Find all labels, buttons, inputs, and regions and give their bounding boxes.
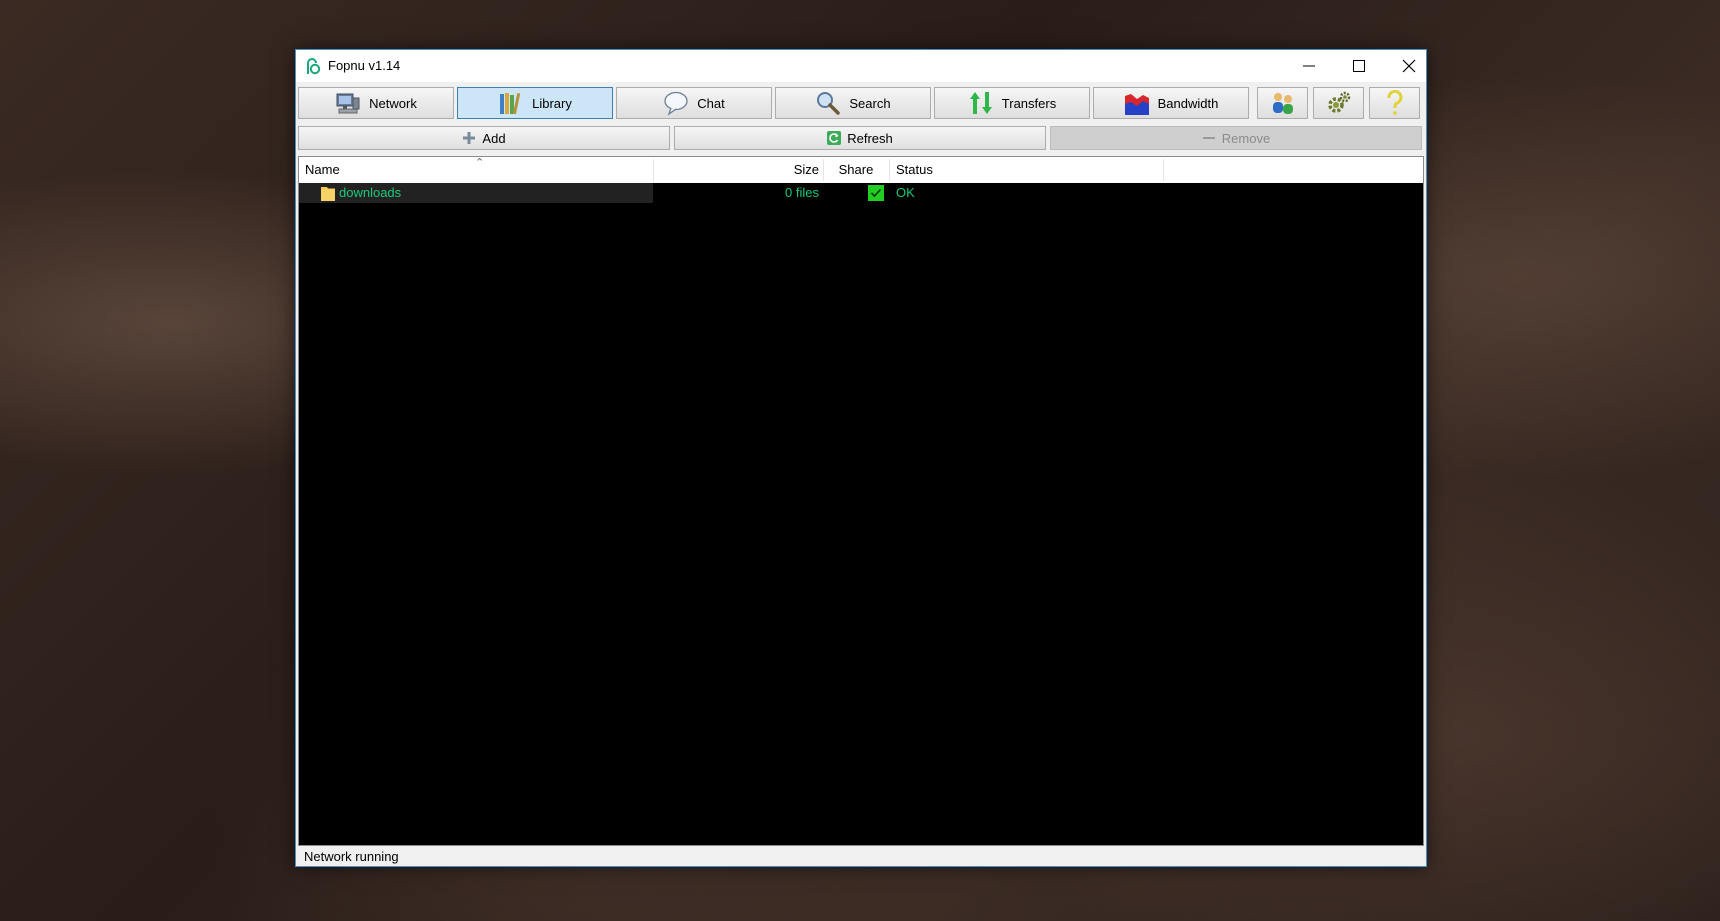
tab-library-label: Library — [532, 95, 572, 111]
refresh-icon — [827, 131, 842, 145]
tab-network[interactable]: Network — [298, 87, 454, 119]
column-header-status[interactable]: Status — [896, 157, 933, 183]
fopnu-logo-icon — [307, 58, 321, 75]
settings-button[interactable] — [1313, 87, 1364, 119]
app-window: Fopnu v1.14 Network Library Chat Search … — [295, 49, 1427, 867]
column-divider[interactable] — [1163, 159, 1164, 181]
tab-search[interactable]: Search — [775, 87, 931, 119]
plus-icon — [463, 132, 476, 144]
minus-icon — [1202, 137, 1215, 139]
remove-button[interactable]: Remove — [1050, 126, 1422, 150]
close-icon — [1402, 59, 1416, 73]
maximize-icon — [1353, 60, 1365, 72]
title-bar[interactable]: Fopnu v1.14 — [296, 50, 1426, 82]
settings-gears-icon — [1327, 91, 1350, 113]
row-name: downloads — [339, 185, 402, 200]
users-icon — [1272, 93, 1293, 114]
maximize-button[interactable] — [1334, 50, 1384, 82]
tab-search-label: Search — [849, 95, 891, 111]
add-button[interactable]: Add — [298, 126, 670, 150]
help-button[interactable] — [1369, 87, 1420, 119]
tab-bandwidth-label: Bandwidth — [1157, 95, 1219, 111]
tab-transfers-label: Transfers — [1001, 95, 1057, 111]
tab-transfers[interactable]: Transfers — [934, 87, 1090, 119]
tab-chat-label: Chat — [697, 95, 725, 111]
minimize-button[interactable] — [1284, 50, 1334, 82]
window-title: Fopnu v1.14 — [328, 58, 401, 73]
status-bar: Network running — [296, 846, 1426, 866]
library-books-icon — [500, 93, 521, 115]
help-question-icon — [1386, 90, 1402, 115]
bandwidth-graph-icon — [1124, 94, 1149, 115]
transfer-arrows-icon — [969, 92, 992, 114]
network-computer-icon — [336, 93, 360, 114]
share-checkbox-icon[interactable] — [868, 185, 884, 201]
minimize-icon — [1303, 65, 1315, 67]
row-size: 0 files — [785, 185, 819, 200]
folder-icon — [321, 187, 335, 201]
tab-library[interactable]: Library — [457, 87, 613, 119]
tab-bandwidth[interactable]: Bandwidth — [1093, 87, 1249, 119]
refresh-button-label: Refresh — [847, 130, 893, 146]
refresh-button[interactable]: Refresh — [674, 126, 1046, 150]
column-header-name[interactable]: Name — [305, 157, 340, 183]
tab-chat[interactable]: Chat — [616, 87, 772, 119]
column-header-share[interactable]: Share — [824, 157, 888, 183]
table-row[interactable]: downloads 0 files OK — [299, 183, 1423, 203]
users-button[interactable] — [1257, 87, 1308, 119]
remove-button-label: Remove — [1221, 130, 1271, 146]
row-status: OK — [896, 185, 915, 200]
sort-ascending-icon: ⌃ — [475, 157, 485, 169]
status-text: Network running — [304, 849, 399, 864]
close-button[interactable] — [1384, 50, 1434, 82]
column-divider[interactable] — [889, 159, 890, 181]
add-button-label: Add — [482, 130, 506, 146]
tab-network-label: Network — [369, 95, 417, 111]
chat-bubble-icon — [664, 91, 688, 116]
magnifier-icon — [817, 92, 841, 115]
list-header: Name ⌃ Size Share Status — [299, 157, 1423, 183]
column-header-size[interactable]: Size — [654, 157, 821, 183]
library-list[interactable]: Name ⌃ Size Share Status downloads 0 fil… — [298, 156, 1424, 846]
